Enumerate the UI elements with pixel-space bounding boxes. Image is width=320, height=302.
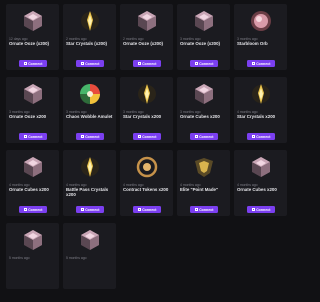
connect-button-label: Connect [256, 207, 271, 212]
connect-button[interactable]: Connect [19, 133, 47, 140]
reward-card: 3 months ago Ornate Ooze x200 Connect [6, 77, 59, 143]
connect-button[interactable]: Connect [76, 206, 104, 213]
connect-button-label: Connect [199, 134, 214, 139]
reward-card: 12 days ago Ornate Ooze (x200) Connect [6, 4, 59, 70]
card-title: Ornate Ooze (x200) [123, 41, 164, 46]
reward-card: 3 months ago Ornate Cubes x200 Connect [177, 77, 230, 143]
connect-button[interactable]: Connect [190, 133, 218, 140]
card-title: Star Crystals (x200) [66, 41, 108, 46]
connect-button-label: Connect [28, 134, 43, 139]
card-title: Chaos Wobble Amulet [66, 114, 113, 119]
connect-button-label: Connect [142, 134, 157, 139]
connect-button-label: Connect [85, 134, 100, 139]
card-title [66, 260, 113, 270]
reward-card: 4 months ago Ornate Cubes x200 Connect [234, 150, 287, 216]
contract-token-icon [129, 152, 165, 182]
external-link-icon [251, 62, 255, 65]
reward-card: 3 months ago Star Crystals x200 Connect [120, 77, 173, 143]
ornate-cube-icon [15, 152, 51, 182]
external-link-icon [137, 208, 141, 211]
card-title: Star Crystals x200 [123, 114, 162, 119]
reward-card: 4 months ago Contract Tokens x200 Connect [120, 150, 173, 216]
connect-button[interactable]: Connect [190, 206, 218, 213]
reward-card: 2 months ago Ornate Ooze (x200) Connect [120, 4, 173, 70]
connect-button-label: Connect [28, 61, 43, 66]
external-link-icon [194, 208, 198, 211]
reward-card: 4 months ago Ornate Cubes x200 Connect [6, 150, 59, 216]
reward-card: 4 months ago Battle Pass Crystals x200 Con… [63, 150, 116, 216]
card-title: Elite "Point Made" [180, 187, 219, 192]
connect-button[interactable]: Connect [133, 206, 161, 213]
card-title: Starbloom Orb [237, 41, 268, 46]
connect-button[interactable]: Connect [247, 133, 275, 140]
external-link-icon [80, 135, 84, 138]
card-title [9, 260, 56, 270]
ornate-cube-icon [129, 6, 165, 36]
reward-card: 3 months ago Ornate Ooze (x200) Connect [177, 4, 230, 70]
elite-helmet-icon [186, 152, 222, 182]
connect-button[interactable]: Connect [247, 206, 275, 213]
connect-button-label: Connect [199, 207, 214, 212]
connect-button[interactable]: Connect [133, 60, 161, 67]
external-link-icon [80, 208, 84, 211]
reward-card: 5 months ago [63, 223, 116, 289]
ornate-cube-icon [243, 152, 279, 182]
rewards-grid: 12 days ago Ornate Ooze (x200) Connect 2 mo… [0, 0, 302, 302]
ornate-cube-icon [186, 6, 222, 36]
ornate-cube-icon [15, 225, 51, 255]
external-link-icon [194, 135, 198, 138]
star-crystal-icon [72, 6, 108, 36]
ornate-cube-icon [15, 6, 51, 36]
ornate-cube-icon [186, 79, 222, 109]
connect-button-label: Connect [142, 207, 157, 212]
reward-card: 4 months ago Elite "Point Made" Connect [177, 150, 230, 216]
connect-button-label: Connect [142, 61, 157, 66]
connect-button[interactable]: Connect [19, 60, 47, 67]
external-link-icon [137, 62, 141, 65]
external-link-icon [23, 62, 27, 65]
reward-card: 4 months ago Star Crystals x200 Connect [234, 77, 287, 143]
connect-button[interactable]: Connect [247, 60, 275, 67]
connect-button-label: Connect [28, 207, 43, 212]
star-crystal-icon [72, 152, 108, 182]
connect-button-label: Connect [85, 207, 100, 212]
external-link-icon [80, 62, 84, 65]
connect-button[interactable]: Connect [133, 133, 161, 140]
reward-card: 5 months ago [6, 223, 59, 289]
card-title: Ornate Ooze x200 [9, 114, 47, 119]
starbloom-orb-icon [243, 6, 279, 36]
reward-card: 3 months ago Starbloom Orb Connect [234, 4, 287, 70]
card-title: Battle Pass Crystals x200 [66, 187, 109, 197]
card-title: Contract Tokens x200 [123, 187, 169, 192]
external-link-icon [194, 62, 198, 65]
external-link-icon [137, 135, 141, 138]
external-link-icon [251, 208, 255, 211]
external-link-icon [23, 208, 27, 211]
card-title: Ornate Ooze (x200) [180, 41, 221, 46]
ornate-cube-icon [15, 79, 51, 109]
connect-button-label: Connect [256, 61, 271, 66]
card-title: Ornate Cubes x200 [9, 187, 49, 192]
connect-button[interactable]: Connect [76, 60, 104, 67]
connect-button[interactable]: Connect [190, 60, 218, 67]
card-title: Ornate Cubes x200 [180, 114, 220, 119]
star-crystal-icon [129, 79, 165, 109]
chaos-orb-icon [72, 79, 108, 109]
connect-button-label: Connect [199, 61, 214, 66]
card-title: Star Crystals x200 [237, 114, 276, 119]
connect-button[interactable]: Connect [19, 206, 47, 213]
card-title: Ornate Cubes x200 [237, 187, 277, 192]
external-link-icon [23, 135, 27, 138]
reward-card: 2 months ago Star Crystals (x200) Connect [63, 4, 116, 70]
connect-button[interactable]: Connect [76, 133, 104, 140]
connect-button-label: Connect [256, 134, 271, 139]
external-link-icon [251, 135, 255, 138]
star-crystal-icon [243, 79, 279, 109]
card-title: Ornate Ooze (x200) [9, 41, 50, 46]
ornate-cube-icon [72, 225, 108, 255]
reward-card: 3 months ago Chaos Wobble Amulet Connect [63, 77, 116, 143]
connect-button-label: Connect [85, 61, 100, 66]
